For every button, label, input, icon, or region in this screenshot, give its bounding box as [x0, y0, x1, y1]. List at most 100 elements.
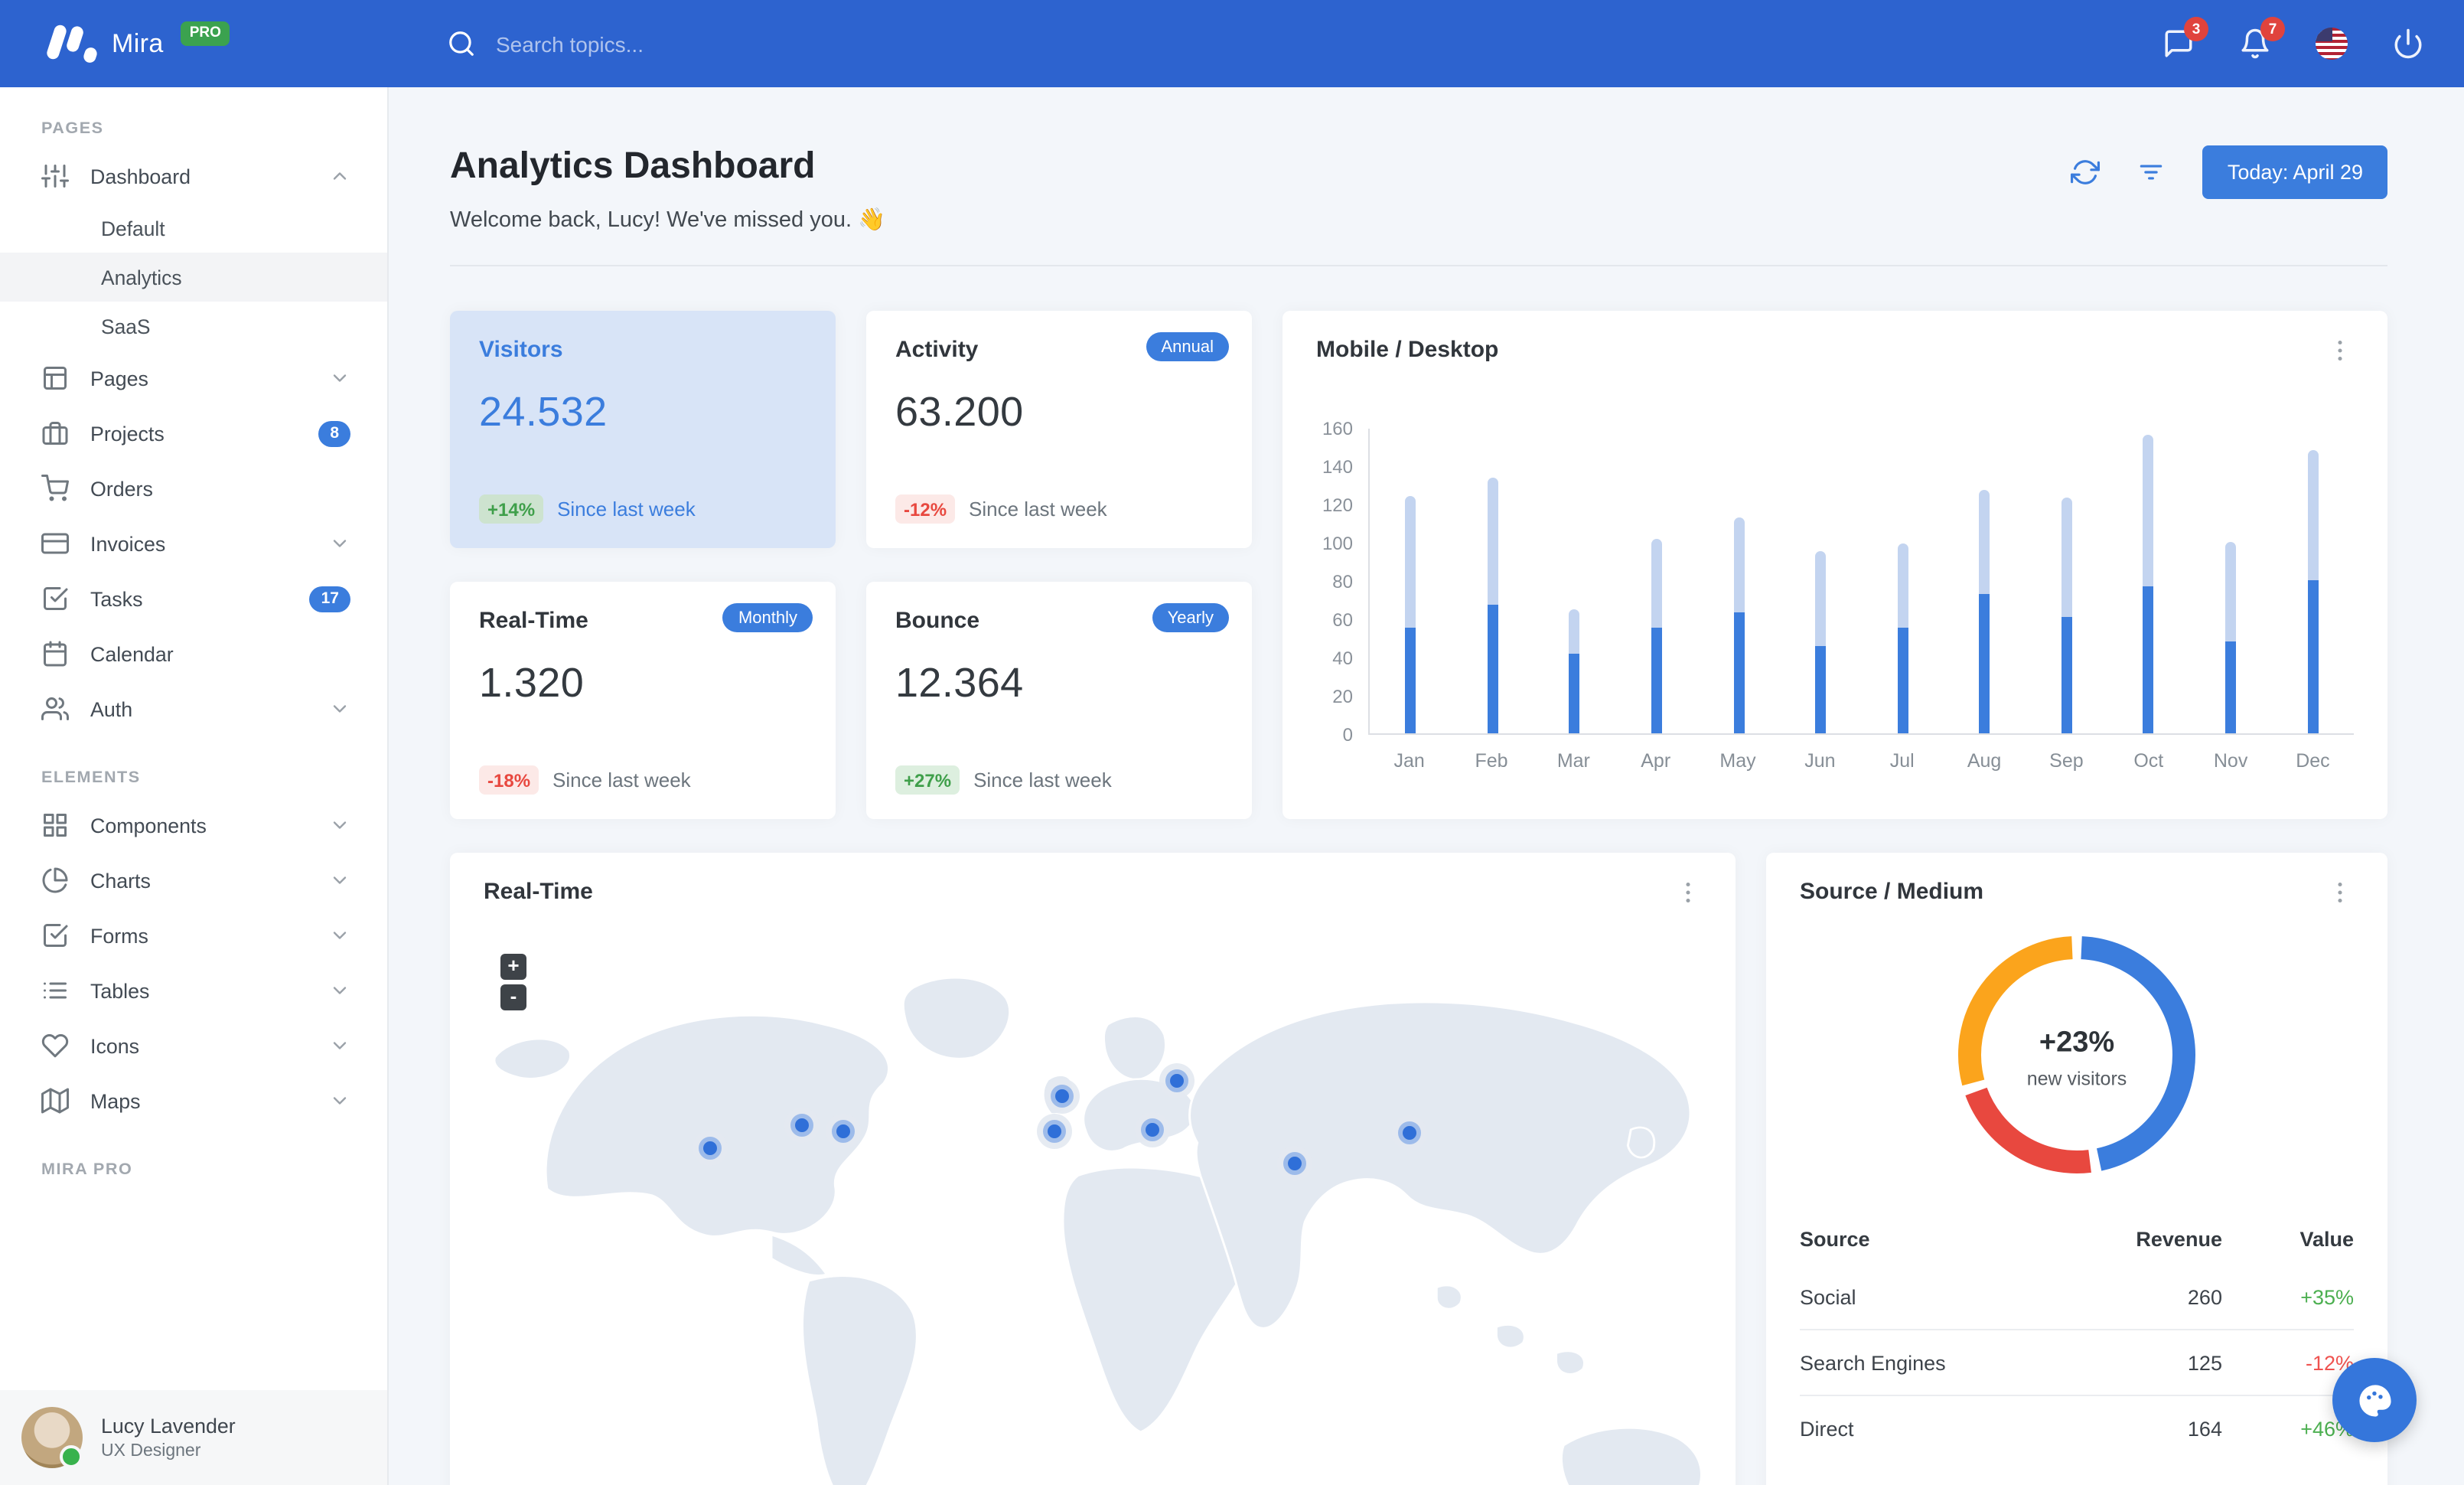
sidebar-item-maps[interactable]: Maps — [0, 1073, 387, 1128]
col-header-source: Source — [1800, 1228, 1870, 1251]
header-divider — [450, 265, 2387, 266]
map-zoom-in-button[interactable]: + — [500, 954, 526, 980]
x-tick-label: Sep — [2049, 750, 2084, 772]
chevron-down-icon — [333, 705, 347, 713]
more-vertical-icon[interactable] — [1674, 879, 1702, 906]
sidebar-item-tasks[interactable]: Tasks 17 — [0, 571, 387, 626]
today-button[interactable]: Today: April 29 — [2202, 145, 2387, 199]
stat-delta-badge: -18% — [479, 765, 539, 795]
stat-card-visitors[interactable]: Visitors 24.532 +14% Since last week — [450, 311, 836, 548]
y-tick-label: 80 — [1332, 571, 1353, 592]
stat-card-bounce[interactable]: Bounce Yearly 12.364 +27% Since last wee… — [866, 582, 1252, 819]
sidebar-item-icons[interactable]: Icons — [0, 1018, 387, 1073]
y-tick-label: 140 — [1322, 456, 1353, 478]
welcome-message: Welcome back, Lucy! We've missed you. 👋 — [450, 208, 886, 233]
period-badge-monthly[interactable]: Monthly — [722, 603, 813, 632]
sidebar-item-default[interactable]: Default — [0, 204, 387, 253]
donut-segment-search-engines[interactable] — [1965, 1087, 2091, 1173]
realtime-map-card: Real-Time + - — [450, 853, 1736, 1485]
sidebar-item-orders[interactable]: Orders — [0, 461, 387, 516]
bar-apr[interactable] — [1651, 538, 1663, 733]
sidebar-item-saas[interactable]: SaaS — [0, 302, 387, 351]
sidebar-item-pages[interactable]: Pages — [0, 351, 387, 406]
more-vertical-icon[interactable] — [2326, 337, 2354, 364]
table-row[interactable]: Direct 164 +46% — [1800, 1395, 2354, 1461]
shopping-cart-icon — [41, 475, 69, 501]
table-row[interactable]: Social 260 +35% — [1800, 1265, 2354, 1330]
chevron-down-icon — [333, 374, 347, 382]
bar-jul[interactable] — [1897, 543, 1908, 733]
map-marker[interactable] — [1397, 1121, 1421, 1145]
map-marker[interactable] — [1165, 1069, 1188, 1092]
stat-caption: Since last week — [557, 498, 696, 521]
map-marker[interactable] — [1283, 1152, 1306, 1176]
donut-chart[interactable]: +23% new visitors — [1947, 925, 2207, 1193]
bar-aug[interactable] — [1979, 490, 1990, 733]
language-flag-us[interactable] — [2316, 28, 2348, 60]
sidebar-user-footer[interactable]: Lucy Lavender UX Designer — [0, 1390, 387, 1485]
sidebar-item-dashboard[interactable]: Dashboard — [0, 148, 387, 204]
sidebar-label: Dashboard — [90, 165, 191, 188]
sidebar-item-tables[interactable]: Tables — [0, 963, 387, 1018]
stat-delta-badge: -12% — [895, 494, 956, 524]
search-input[interactable] — [496, 31, 894, 56]
world-map[interactable]: + - — [450, 932, 1736, 1485]
x-tick-label: Feb — [1475, 750, 1508, 772]
period-badge-annual[interactable]: Annual — [1146, 332, 1229, 361]
period-badge-yearly[interactable]: Yearly — [1152, 603, 1229, 632]
bar-jan[interactable] — [1405, 496, 1416, 733]
sidebar-item-projects[interactable]: Projects 8 — [0, 406, 387, 461]
bar-dec[interactable] — [2307, 450, 2319, 733]
sidebar-item-forms[interactable]: Forms — [0, 908, 387, 963]
bar-sep[interactable] — [2061, 498, 2072, 733]
sidebar: Pages Dashboard Default Analytics SaaS P… — [0, 87, 389, 1485]
map-marker[interactable] — [1140, 1118, 1164, 1141]
bar-may[interactable] — [1733, 517, 1745, 733]
map-marker[interactable] — [832, 1120, 856, 1144]
map-marker[interactable] — [1042, 1120, 1066, 1144]
brand-name: Mira — [112, 28, 164, 57]
stat-value: 1.320 — [479, 660, 585, 706]
stat-cards-grid: Visitors 24.532 +14% Since last week Act… — [450, 311, 1252, 819]
more-vertical-icon[interactable] — [2326, 879, 2354, 906]
map-marker[interactable] — [790, 1113, 814, 1137]
map-zoom-out-button[interactable]: - — [500, 984, 526, 1010]
sidebar-label: Pages — [90, 367, 148, 390]
sidebar-item-analytics[interactable]: Analytics — [0, 253, 387, 302]
sidebar-item-invoices[interactable]: Invoices — [0, 516, 387, 571]
theme-settings-fab[interactable] — [2332, 1358, 2417, 1442]
sidebar-item-auth[interactable]: Auth — [0, 681, 387, 736]
brand[interactable]: Mira PRO — [0, 21, 389, 65]
table-row[interactable]: Search Engines 125 -12% — [1800, 1329, 2354, 1395]
x-tick-label: Jul — [1889, 750, 1915, 772]
map-marker[interactable] — [698, 1137, 722, 1160]
bar-mar[interactable] — [1569, 609, 1580, 733]
bar-nov[interactable] — [2225, 542, 2237, 733]
global-search[interactable] — [447, 29, 894, 58]
sidebar-item-calendar[interactable]: Calendar — [0, 626, 387, 681]
chevron-down-icon — [333, 987, 347, 994]
sidebar-item-components[interactable]: Components — [0, 798, 387, 853]
stat-card-activity[interactable]: Activity Annual 63.200 -12% Since last w… — [866, 311, 1252, 548]
source-medium-card: Source / Medium +23% new visitors Source… — [1766, 853, 2387, 1485]
bar-jun[interactable] — [1815, 551, 1827, 733]
sidebar-label: Tasks — [90, 587, 143, 610]
logout-button[interactable] — [2392, 28, 2424, 60]
x-tick-label: Aug — [1967, 750, 2002, 772]
col-header-value: Value — [2299, 1228, 2354, 1251]
notifications-button[interactable]: 7 — [2239, 17, 2285, 60]
stat-title: Visitors — [479, 337, 563, 363]
filter-icon[interactable] — [2137, 158, 2166, 187]
refresh-icon[interactable] — [2071, 158, 2101, 187]
bar-oct[interactable] — [2143, 435, 2154, 733]
sidebar-item-charts[interactable]: Charts — [0, 853, 387, 908]
col-header-revenue: Revenue — [2136, 1228, 2222, 1251]
chevron-down-icon — [333, 1042, 347, 1049]
bar-feb[interactable] — [1487, 477, 1498, 733]
sidebar-label: Calendar — [90, 642, 174, 665]
messages-button[interactable]: 3 — [2163, 17, 2208, 60]
stat-card-realtime[interactable]: Real-Time Monthly 1.320 -18% Since last … — [450, 582, 836, 819]
avatar[interactable] — [21, 1407, 83, 1468]
cell-source: Social — [1800, 1285, 1856, 1308]
map-marker[interactable] — [1050, 1085, 1074, 1108]
